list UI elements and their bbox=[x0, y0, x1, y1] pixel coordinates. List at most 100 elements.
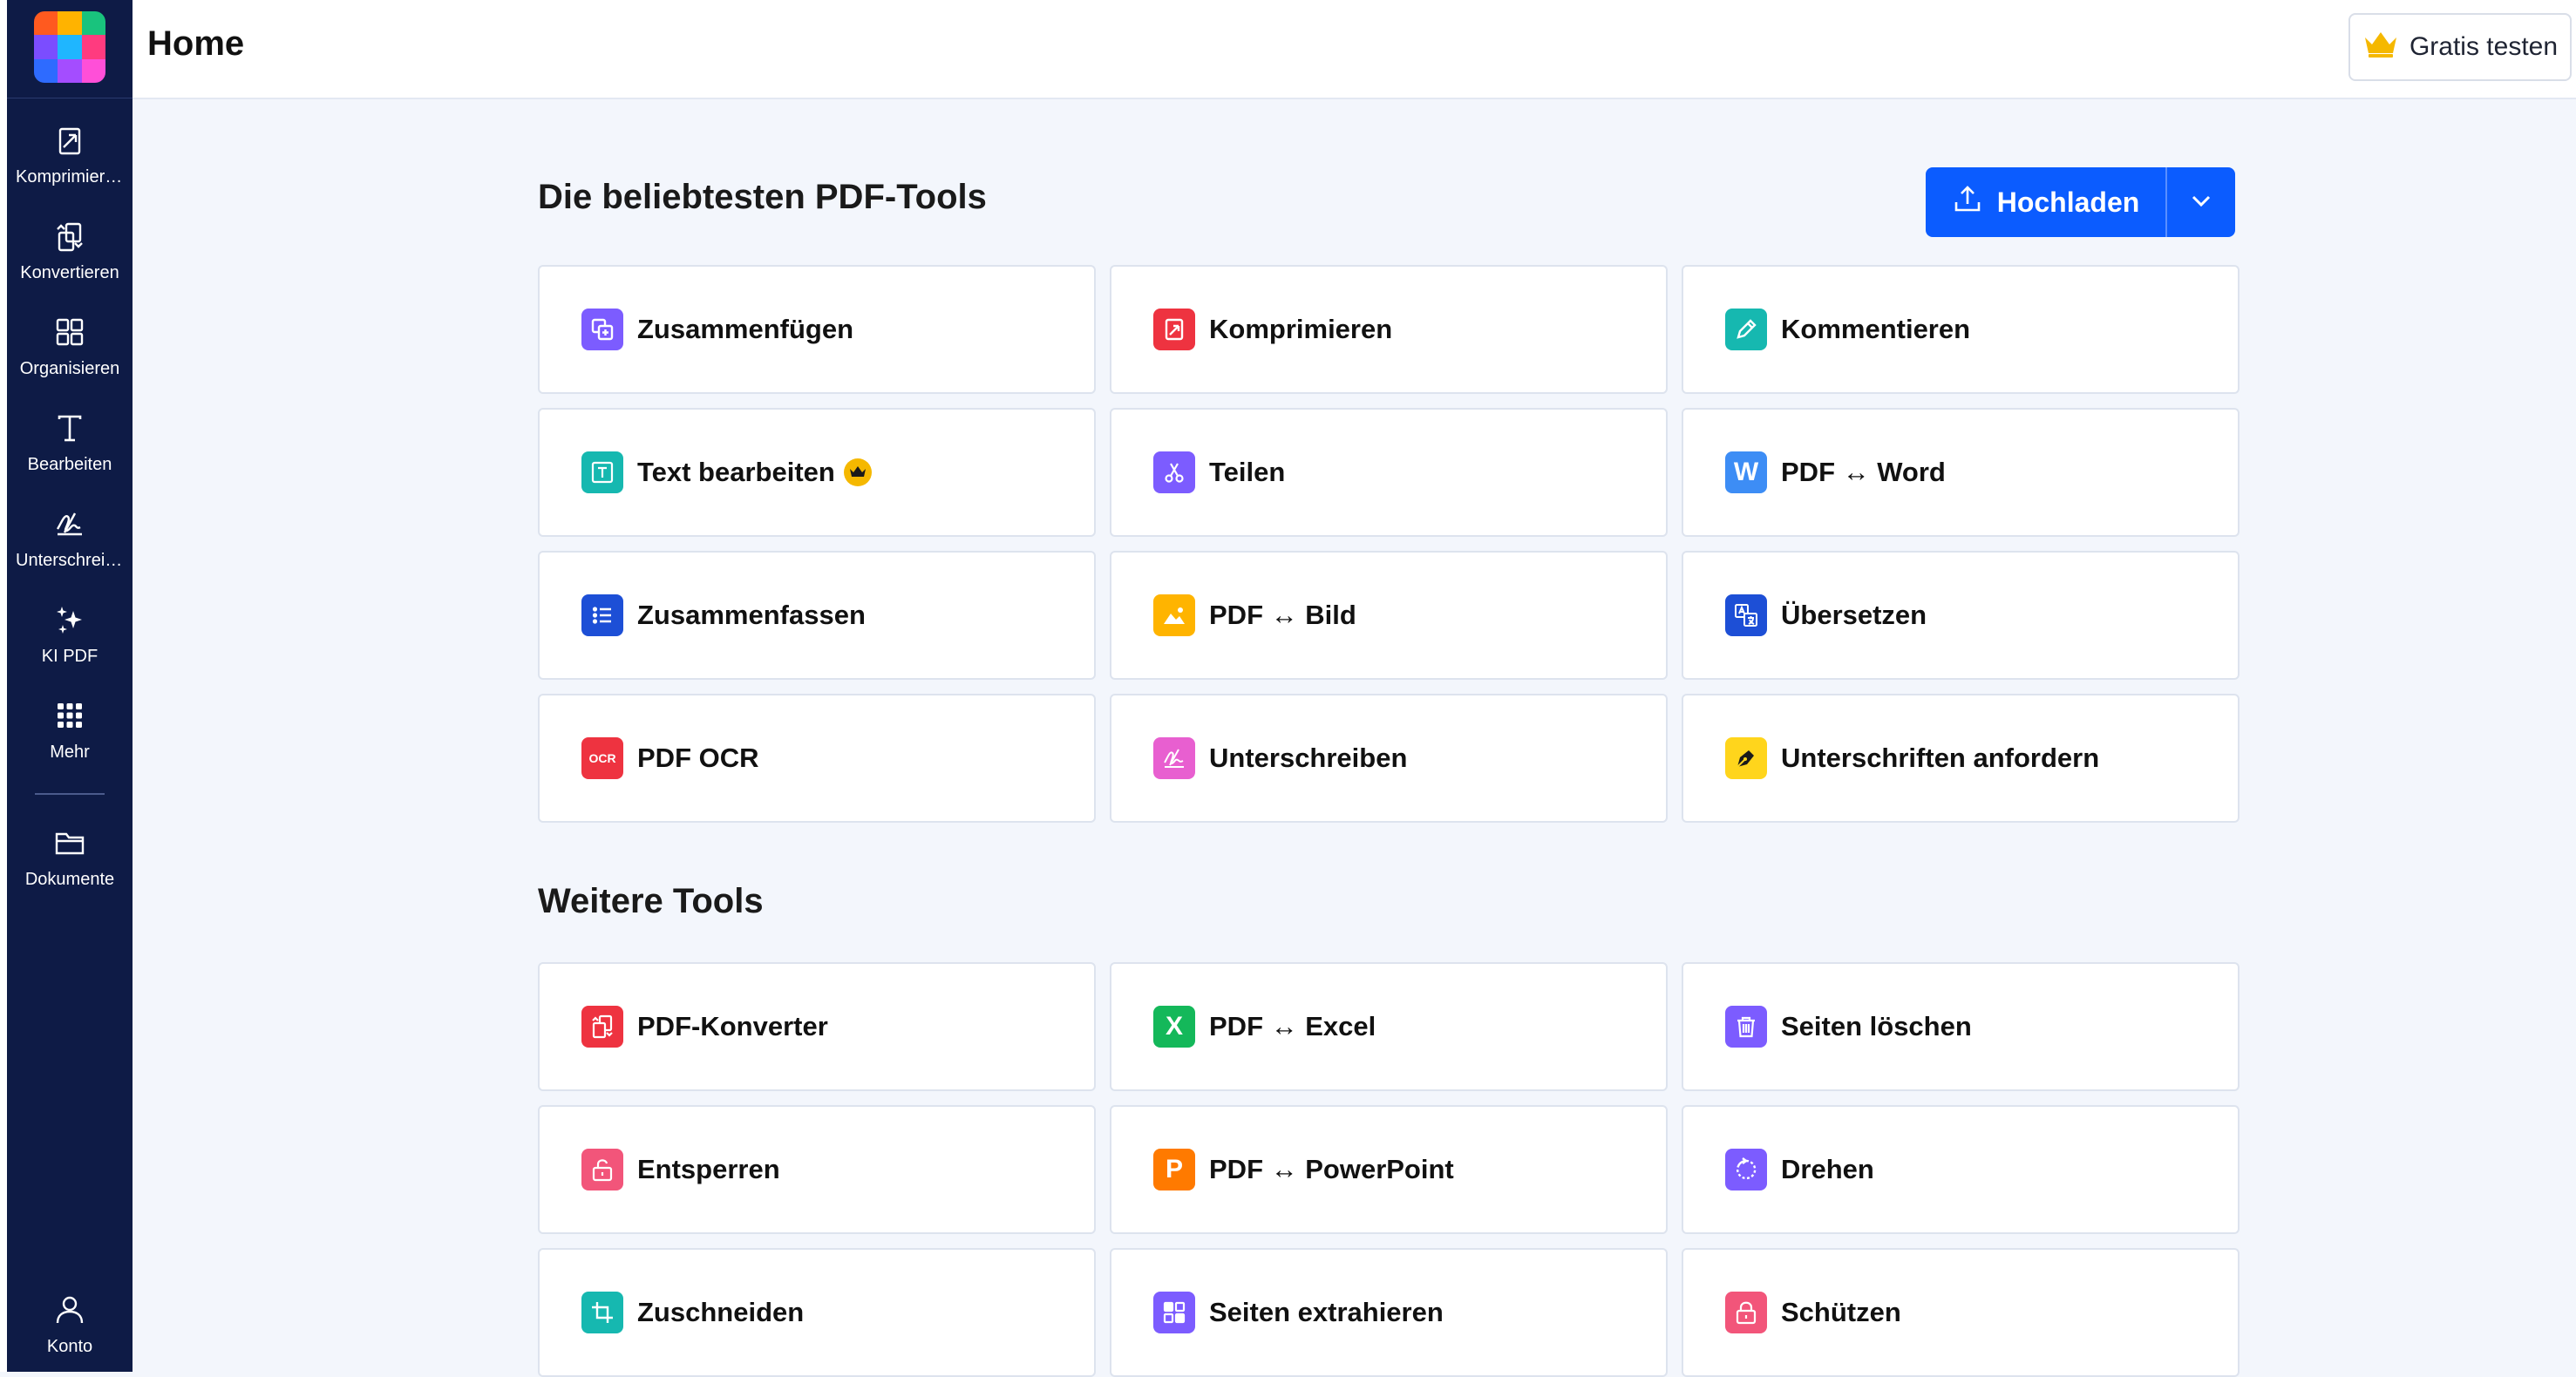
tool-name: Unterschreiben bbox=[1209, 743, 1408, 773]
tool-card-crop[interactable]: Zuschneiden bbox=[538, 1248, 1096, 1377]
sidebar-item-label: Komprimieren bbox=[16, 167, 124, 187]
tool-name: Drehen bbox=[1781, 1154, 1874, 1184]
unlock-icon bbox=[581, 1149, 623, 1190]
signature-icon bbox=[1153, 737, 1195, 779]
lock-icon bbox=[1725, 1292, 1767, 1333]
tool-name: Seiten extrahieren bbox=[1209, 1297, 1444, 1327]
compress-icon bbox=[52, 123, 87, 162]
sidebar-item-sign[interactable]: Unterschreiben bbox=[7, 492, 133, 586]
app-logo[interactable] bbox=[34, 11, 105, 83]
tool-card-protect[interactable]: Schützen bbox=[1682, 1248, 2240, 1377]
sidebar-item-ai-pdf[interactable]: KI PDF bbox=[7, 587, 133, 682]
tool-name: Kommentieren bbox=[1781, 314, 1971, 344]
upload-options-button[interactable] bbox=[2165, 167, 2235, 237]
compress-icon bbox=[1153, 309, 1195, 350]
tool-card-sign[interactable]: Unterschreiben bbox=[1110, 694, 1668, 823]
upload-label: Hochladen bbox=[1996, 186, 2140, 218]
tool-card-pdf-word[interactable]: W PDF ↔ Word bbox=[1682, 408, 2240, 537]
free-trial-button[interactable]: Gratis testen bbox=[2348, 13, 2572, 81]
tool-card-pdf-image[interactable]: PDF ↔ Bild bbox=[1110, 551, 1668, 680]
logo-cell bbox=[34, 58, 58, 83]
sidebar-divider bbox=[35, 793, 105, 795]
window-edge bbox=[0, 0, 7, 1372]
chevron-down-icon bbox=[2188, 187, 2214, 218]
tool-card-compress[interactable]: Komprimieren bbox=[1110, 265, 1668, 394]
text-edit-icon bbox=[581, 451, 623, 493]
upload-icon bbox=[1952, 183, 1983, 221]
tool-name: PDF ↔ PowerPoint bbox=[1209, 1154, 1454, 1184]
crown-icon bbox=[2362, 29, 2399, 65]
tool-card-edit-text[interactable]: Text bearbeiten bbox=[538, 408, 1096, 537]
tool-card-request-signatures[interactable]: Unterschriften anfordern bbox=[1682, 694, 2240, 823]
page-title: Home bbox=[147, 24, 245, 63]
tool-card-rotate[interactable]: Drehen bbox=[1682, 1105, 2240, 1234]
image-icon bbox=[1153, 594, 1195, 636]
rotate-icon bbox=[1725, 1149, 1767, 1190]
tool-card-summarize[interactable]: Zusammenfassen bbox=[538, 551, 1096, 680]
tool-card-merge[interactable]: Zusammenfügen bbox=[538, 265, 1096, 394]
logo-cell bbox=[58, 11, 82, 36]
sidebar-item-label: Bearbeiten bbox=[27, 455, 112, 474]
word-icon: W bbox=[1725, 451, 1767, 493]
tool-card-ocr[interactable]: OCR PDF OCR bbox=[538, 694, 1096, 823]
tool-name: Komprimieren bbox=[1209, 314, 1393, 344]
tool-name: Entsperren bbox=[637, 1154, 780, 1184]
signature-icon bbox=[52, 506, 87, 546]
tool-name: Unterschriften anfordern bbox=[1781, 743, 2100, 773]
sidebar-item-organize[interactable]: Organisieren bbox=[7, 300, 133, 394]
tool-name: Zusammenfügen bbox=[637, 314, 854, 344]
sidebar-item-label: Dokumente bbox=[24, 870, 115, 889]
upload-button[interactable]: Hochladen bbox=[1926, 167, 2165, 237]
scissors-icon bbox=[1153, 451, 1195, 493]
crop-icon bbox=[581, 1292, 623, 1333]
excel-icon: X bbox=[1153, 1006, 1195, 1048]
tool-card-pdf-converter[interactable]: PDF-Konverter bbox=[538, 962, 1096, 1091]
organize-icon bbox=[52, 315, 87, 354]
sidebar-item-convert[interactable]: Konvertieren bbox=[7, 204, 133, 298]
grid-dots-icon bbox=[52, 698, 87, 737]
tool-card-translate[interactable]: Übersetzen bbox=[1682, 551, 2240, 680]
ai-sparkle-icon bbox=[52, 602, 87, 641]
logo-cell bbox=[81, 11, 105, 36]
translate-icon bbox=[1725, 594, 1767, 636]
pencil-icon bbox=[1725, 309, 1767, 350]
logo-cell bbox=[81, 35, 105, 59]
tool-card-split[interactable]: Teilen bbox=[1110, 408, 1668, 537]
tool-name: PDF-Konverter bbox=[637, 1011, 828, 1041]
sidebar-item-more[interactable]: Mehr bbox=[7, 683, 133, 777]
tool-name: Übersetzen bbox=[1781, 600, 1927, 630]
tool-name: PDF ↔ Bild bbox=[1209, 600, 1356, 630]
sidebar-item-label: Mehr bbox=[50, 743, 90, 762]
tool-card-delete-pages[interactable]: Seiten löschen bbox=[1682, 962, 2240, 1091]
tool-card-comment[interactable]: Kommentieren bbox=[1682, 265, 2240, 394]
sidebar-item-account[interactable]: Konto bbox=[7, 1278, 133, 1372]
logo-cell bbox=[58, 35, 82, 59]
user-icon bbox=[52, 1292, 87, 1332]
tool-card-pdf-excel[interactable]: X PDF ↔ Excel bbox=[1110, 962, 1668, 1091]
tool-name: Teilen bbox=[1209, 457, 1286, 487]
logo-cell bbox=[34, 35, 58, 59]
sidebar-item-label: Unterschreiben bbox=[16, 551, 124, 570]
sidebar-item-label: Konto bbox=[46, 1337, 93, 1356]
tool-name: PDF OCR bbox=[637, 743, 759, 773]
merge-icon bbox=[581, 309, 623, 350]
popular-tools-title: Die beliebtesten PDF-Tools bbox=[538, 178, 987, 216]
sidebar-item-compress[interactable]: Komprimieren bbox=[7, 108, 133, 202]
tool-card-unlock[interactable]: Entsperren bbox=[538, 1105, 1096, 1234]
more-tools-title: Weitere Tools bbox=[538, 882, 764, 920]
logo-cell bbox=[34, 11, 58, 36]
sidebar-item-edit[interactable]: Bearbeiten bbox=[7, 396, 133, 490]
folder-icon bbox=[52, 825, 87, 865]
convert-icon bbox=[581, 1006, 623, 1048]
tool-name: Zusammenfassen bbox=[637, 600, 866, 630]
tool-card-pdf-powerpoint[interactable]: P PDF ↔ PowerPoint bbox=[1110, 1105, 1668, 1234]
sidebar: Komprimieren Konvertieren Organisieren B… bbox=[7, 0, 133, 1372]
tool-card-extract-pages[interactable]: Seiten extrahieren bbox=[1110, 1248, 1668, 1377]
tool-name: Schützen bbox=[1781, 1297, 1901, 1327]
logo-cell bbox=[58, 58, 82, 83]
tool-name: Text bearbeiten bbox=[637, 457, 835, 487]
sidebar-item-documents[interactable]: Dokumente bbox=[7, 811, 133, 905]
sidebar-item-label: KI PDF bbox=[41, 647, 99, 666]
list-icon bbox=[581, 594, 623, 636]
top-bar: Home Gratis testen bbox=[133, 0, 2576, 99]
